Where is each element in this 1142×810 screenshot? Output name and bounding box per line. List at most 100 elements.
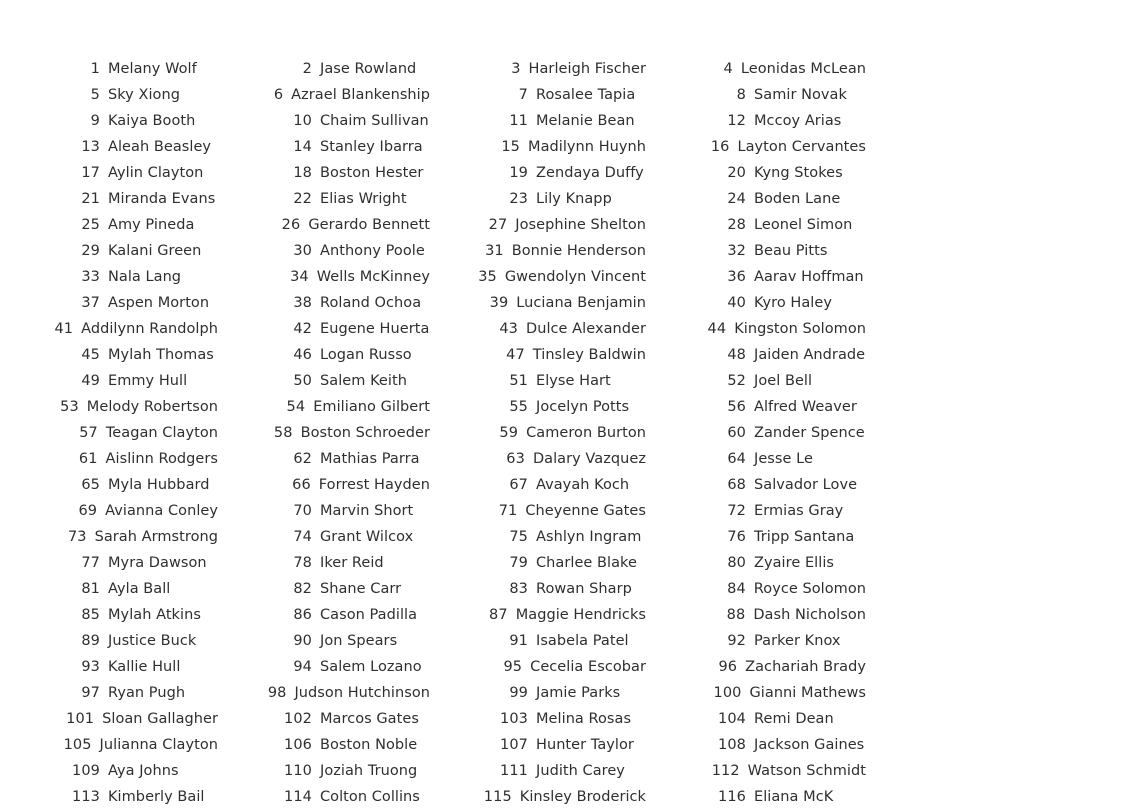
list-item[interactable]: 80 Zyaire Ellis: [646, 550, 866, 576]
list-item[interactable]: 63 Dalary Vazquez: [430, 446, 646, 472]
list-item[interactable]: 86 Cason Padilla: [218, 602, 430, 628]
list-item[interactable]: 14 Stanley Ibarra: [218, 134, 430, 160]
list-item[interactable]: 94 Salem Lozano: [218, 654, 430, 680]
list-item[interactable]: 98 Judson Hutchinson: [218, 680, 430, 706]
list-item[interactable]: 95 Cecelia Escobar: [430, 654, 646, 680]
list-item[interactable]: 23 Lily Knapp: [430, 186, 646, 212]
list-item[interactable]: 84 Royce Solomon: [646, 576, 866, 602]
list-item[interactable]: 46 Logan Russo: [218, 342, 430, 368]
list-item[interactable]: 68 Salvador Love: [646, 472, 866, 498]
list-item[interactable]: 25 Amy Pineda: [0, 212, 218, 238]
list-item[interactable]: 116 Eliana McK: [646, 784, 866, 810]
list-item[interactable]: 21 Miranda Evans: [0, 186, 218, 212]
list-item[interactable]: 107 Hunter Taylor: [430, 732, 646, 758]
list-item[interactable]: 70 Marvin Short: [218, 498, 430, 524]
list-item[interactable]: 64 Jesse Le: [646, 446, 866, 472]
list-item[interactable]: 105 Julianna Clayton: [0, 732, 218, 758]
list-item[interactable]: 44 Kingston Solomon: [646, 316, 866, 342]
list-item[interactable]: 97 Ryan Pugh: [0, 680, 218, 706]
list-item[interactable]: 43 Dulce Alexander: [430, 316, 646, 342]
list-item[interactable]: 59 Cameron Burton: [430, 420, 646, 446]
list-item[interactable]: 28 Leonel Simon: [646, 212, 866, 238]
list-item[interactable]: 38 Roland Ochoa: [218, 290, 430, 316]
list-item[interactable]: 73 Sarah Armstrong: [0, 524, 218, 550]
list-item[interactable]: 18 Boston Hester: [218, 160, 430, 186]
list-item[interactable]: 60 Zander Spence: [646, 420, 866, 446]
list-item[interactable]: 115 Kinsley Broderick: [430, 784, 646, 810]
list-item[interactable]: 37 Aspen Morton: [0, 290, 218, 316]
list-item[interactable]: 114 Colton Collins: [218, 784, 430, 810]
list-item[interactable]: 36 Aarav Hoffman: [646, 264, 866, 290]
list-item[interactable]: 67 Avayah Koch: [430, 472, 646, 498]
list-item[interactable]: 17 Aylin Clayton: [0, 160, 218, 186]
list-item[interactable]: 34 Wells McKinney: [218, 264, 430, 290]
list-item[interactable]: 78 Iker Reid: [218, 550, 430, 576]
list-item[interactable]: 31 Bonnie Henderson: [430, 238, 646, 264]
list-item[interactable]: 91 Isabela Patel: [430, 628, 646, 654]
list-item[interactable]: 82 Shane Carr: [218, 576, 430, 602]
list-item[interactable]: 100 Gianni Mathews: [646, 680, 866, 706]
list-item[interactable]: 109 Aya Johns: [0, 758, 218, 784]
list-item[interactable]: 87 Maggie Hendricks: [430, 602, 646, 628]
list-item[interactable]: 58 Boston Schroeder: [218, 420, 430, 446]
list-item[interactable]: 7 Rosalee Tapia: [430, 82, 646, 108]
list-item[interactable]: 102 Marcos Gates: [218, 706, 430, 732]
list-item[interactable]: 112 Watson Schmidt: [646, 758, 866, 784]
list-item[interactable]: 55 Jocelyn Potts: [430, 394, 646, 420]
list-item[interactable]: 75 Ashlyn Ingram: [430, 524, 646, 550]
list-item[interactable]: 99 Jamie Parks: [430, 680, 646, 706]
list-item[interactable]: 39 Luciana Benjamin: [430, 290, 646, 316]
list-item[interactable]: 4 Leonidas McLean: [646, 56, 866, 82]
list-item[interactable]: 32 Beau Pitts: [646, 238, 866, 264]
list-item[interactable]: 76 Tripp Santana: [646, 524, 866, 550]
list-item[interactable]: 15 Madilynn Huynh: [430, 134, 646, 160]
list-item[interactable]: 88 Dash Nicholson: [646, 602, 866, 628]
list-item[interactable]: 111 Judith Carey: [430, 758, 646, 784]
list-item[interactable]: 89 Justice Buck: [0, 628, 218, 654]
list-item[interactable]: 50 Salem Keith: [218, 368, 430, 394]
list-item[interactable]: 101 Sloan Gallagher: [0, 706, 218, 732]
list-item[interactable]: 113 Kimberly Bail: [0, 784, 218, 810]
list-item[interactable]: 110 Joziah Truong: [218, 758, 430, 784]
list-item[interactable]: 5 Sky Xiong: [0, 82, 218, 108]
list-item[interactable]: 77 Myra Dawson: [0, 550, 218, 576]
list-item[interactable]: 72 Ermias Gray: [646, 498, 866, 524]
list-item[interactable]: 2 Jase Rowland: [218, 56, 430, 82]
list-item[interactable]: 35 Gwendolyn Vincent: [430, 264, 646, 290]
list-item[interactable]: 27 Josephine Shelton: [430, 212, 646, 238]
list-item[interactable]: 104 Remi Dean: [646, 706, 866, 732]
list-item[interactable]: 65 Myla Hubbard: [0, 472, 218, 498]
list-item[interactable]: 106 Boston Noble: [218, 732, 430, 758]
list-item[interactable]: 81 Ayla Ball: [0, 576, 218, 602]
list-item[interactable]: 69 Avianna Conley: [0, 498, 218, 524]
list-item[interactable]: 108 Jackson Gaines: [646, 732, 866, 758]
list-item[interactable]: 29 Kalani Green: [0, 238, 218, 264]
list-item[interactable]: 71 Cheyenne Gates: [430, 498, 646, 524]
list-item[interactable]: 30 Anthony Poole: [218, 238, 430, 264]
list-item[interactable]: 74 Grant Wilcox: [218, 524, 430, 550]
list-item[interactable]: 22 Elias Wright: [218, 186, 430, 212]
list-item[interactable]: 62 Mathias Parra: [218, 446, 430, 472]
list-item[interactable]: 66 Forrest Hayden: [218, 472, 430, 498]
list-item[interactable]: 83 Rowan Sharp: [430, 576, 646, 602]
list-item[interactable]: 33 Nala Lang: [0, 264, 218, 290]
list-item[interactable]: 10 Chaim Sullivan: [218, 108, 430, 134]
list-item[interactable]: 52 Joel Bell: [646, 368, 866, 394]
list-item[interactable]: 56 Alfred Weaver: [646, 394, 866, 420]
list-item[interactable]: 85 Mylah Atkins: [0, 602, 218, 628]
list-item[interactable]: 40 Kyro Haley: [646, 290, 866, 316]
list-item[interactable]: 42 Eugene Huerta: [218, 316, 430, 342]
list-item[interactable]: 12 Mccoy Arias: [646, 108, 866, 134]
list-item[interactable]: 45 Mylah Thomas: [0, 342, 218, 368]
list-item[interactable]: 92 Parker Knox: [646, 628, 866, 654]
list-item[interactable]: 9 Kaiya Booth: [0, 108, 218, 134]
list-item[interactable]: 90 Jon Spears: [218, 628, 430, 654]
list-item[interactable]: 53 Melody Robertson: [0, 394, 218, 420]
list-item[interactable]: 48 Jaiden Andrade: [646, 342, 866, 368]
list-item[interactable]: 96 Zachariah Brady: [646, 654, 866, 680]
list-item[interactable]: 24 Boden Lane: [646, 186, 866, 212]
list-item[interactable]: 3 Harleigh Fischer: [430, 56, 646, 82]
list-item[interactable]: 16 Layton Cervantes: [646, 134, 866, 160]
list-item[interactable]: 103 Melina Rosas: [430, 706, 646, 732]
list-item[interactable]: 51 Elyse Hart: [430, 368, 646, 394]
